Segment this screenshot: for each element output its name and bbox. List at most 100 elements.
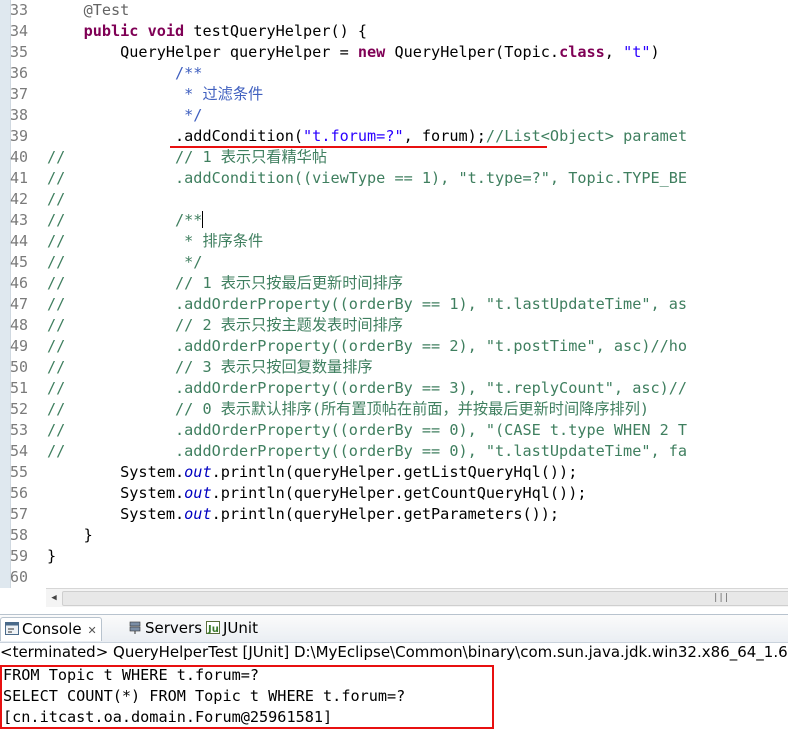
code-line: 52 // // 0 表示默认排序(所有置顶帖在前面，并按最后更新时间降序排列) — [0, 399, 788, 420]
line-number: 41 — [10, 169, 29, 187]
code-text: .addCondition("t.forum=?", forum);//List… — [47, 126, 687, 147]
line-number: 48 — [10, 316, 29, 334]
code-token: testQueryHelper() { — [184, 22, 368, 40]
code-token: // .addOrderProperty((orderBy == 0), "t.… — [47, 442, 688, 460]
code-text: // // 1 表示只看精华帖 — [47, 147, 327, 168]
line-number: 56 — [10, 484, 29, 502]
tab-console[interactable]: Console ✕ — [0, 617, 102, 641]
code-token: // */ — [47, 253, 203, 271]
line-number: 47 — [10, 295, 29, 313]
code-editor[interactable]: 33 @Test 34 public void testQueryHelper()… — [0, 0, 788, 612]
code-text: System.out.println(queryHelper.getListQu… — [47, 462, 577, 483]
code-line: 53 // .addOrderProperty((orderBy == 0), "… — [0, 420, 788, 441]
code-text: // */ — [47, 252, 202, 273]
code-line: 60 — [0, 567, 788, 588]
code-token: new — [357, 43, 386, 61]
code-token: // .addOrderProperty((orderBy == 0), "(C… — [47, 421, 688, 439]
horizontal-scrollbar[interactable]: ◀ ||| — [46, 588, 788, 607]
line-number: 57 — [10, 505, 29, 523]
highlight-underline — [170, 146, 547, 148]
tab-junit-label: JUnit — [223, 619, 258, 637]
code-text: public void testQueryHelper() { — [47, 21, 367, 42]
code-token: QueryHelper queryHelper = — [47, 43, 358, 61]
code-token: //List<Object> paramet — [485, 127, 688, 145]
code-token: out — [184, 484, 212, 502]
code-text: @Test — [47, 0, 130, 21]
line-number: 54 — [10, 442, 29, 460]
code-token: // * 排序条件 — [47, 232, 264, 250]
code-token: out — [184, 463, 212, 481]
code-token: } — [47, 547, 57, 565]
close-icon[interactable]: ✕ — [88, 624, 97, 637]
code-line: 41 // .addCondition((viewType == 1), "t.t… — [0, 168, 788, 189]
code-line: 44 // * 排序条件 — [0, 231, 788, 252]
code-token: System. — [47, 463, 185, 481]
code-line: 57 System.out.println(queryHelper.getPar… — [0, 504, 788, 525]
code-text: // .addOrderProperty((orderBy == 0), "(C… — [47, 420, 687, 441]
code-line: 36 /** — [0, 63, 788, 84]
code-token: * 过滤条件 — [184, 85, 264, 103]
code-text: // // 0 表示默认排序(所有置顶帖在前面，并按最后更新时间降序排列) — [47, 399, 649, 420]
line-number: 50 — [10, 358, 29, 376]
code-text: // // 1 表示只按最后更新时间排序 — [47, 273, 403, 294]
code-line: 50 // // 3 表示只按回复数量排序 — [0, 357, 788, 378]
line-number: 38 — [10, 106, 29, 124]
code-token: .println(queryHelper.getParameters()); — [211, 505, 560, 523]
line-number: 59 — [10, 547, 29, 565]
code-token: // .addCondition((viewType == 1), "t.typ… — [47, 169, 688, 187]
code-line: 33 @Test — [0, 0, 788, 21]
line-number: 37 — [10, 85, 29, 103]
line-number: 51 — [10, 379, 29, 397]
servers-icon — [129, 621, 141, 634]
code-text: * 过滤条件 — [47, 84, 263, 105]
tab-junit[interactable]: Ju JUnit — [202, 617, 262, 640]
line-number: 44 — [10, 232, 29, 250]
junit-icon: Ju — [206, 621, 220, 634]
code-line: 46 // // 1 表示只按最后更新时间排序 — [0, 273, 788, 294]
line-number: 53 — [10, 421, 29, 439]
code-token: // // 0 表示默认排序(所有置顶帖在前面，并按最后更新时间降序排列) — [47, 400, 650, 418]
bottom-tab-bar: Console ✕ Servers Ju JUnit — [0, 614, 788, 643]
code-token: public — [83, 22, 139, 40]
code-token: // // 1 表示只按最后更新时间排序 — [47, 274, 403, 292]
code-line: 48 // // 2 表示只按主题发表时间排序 — [0, 315, 788, 336]
code-token: , — [604, 43, 624, 61]
line-number: 36 — [10, 64, 29, 82]
code-line: 39 .addCondition("t.forum=?", forum);//L… — [0, 126, 788, 147]
code-token: // // 3 表示只按回复数量排序 — [47, 358, 373, 376]
code-text: // .addOrderProperty((orderBy == 1), "t.… — [47, 294, 687, 315]
code-text: // // 2 表示只按主题发表时间排序 — [47, 315, 403, 336]
code-text: // // 3 表示只按回复数量排序 — [47, 357, 373, 378]
code-line: 35 QueryHelper queryHelper = new QueryHe… — [0, 42, 788, 63]
line-number: 42 — [10, 190, 29, 208]
tab-servers[interactable]: Servers — [124, 617, 206, 640]
highlight-box — [0, 665, 494, 729]
code-token: .println(queryHelper.getCountQueryHql())… — [211, 484, 587, 502]
grip-icon: ||| — [713, 593, 730, 603]
code-line: 43 // /** — [0, 210, 788, 231]
code-token: "t.forum=?" — [303, 127, 404, 145]
scrollbar-thumb[interactable]: ||| — [62, 591, 788, 606]
code-token: @Test — [83, 1, 130, 19]
code-token: QueryHelper(Topic. — [385, 43, 560, 61]
code-text: } — [47, 546, 56, 567]
line-number: 55 — [10, 463, 29, 481]
code-text: } — [47, 525, 93, 546]
text-cursor — [202, 211, 204, 228]
code-text: System.out.println(queryHelper.getCountQ… — [47, 483, 586, 504]
code-token: // // 2 表示只按主题发表时间排序 — [47, 316, 403, 334]
code-text: // * 排序条件 — [47, 231, 263, 252]
code-token: out — [184, 505, 212, 523]
svg-text:Ju: Ju — [207, 624, 219, 634]
line-number: 52 — [10, 400, 29, 418]
scroll-left-icon[interactable]: ◀ — [47, 591, 61, 605]
code-token: void — [147, 22, 185, 40]
line-number: 39 — [10, 127, 29, 145]
code-text: // .addOrderProperty((orderBy == 3), "t.… — [47, 378, 687, 399]
tab-servers-label: Servers — [145, 619, 203, 637]
